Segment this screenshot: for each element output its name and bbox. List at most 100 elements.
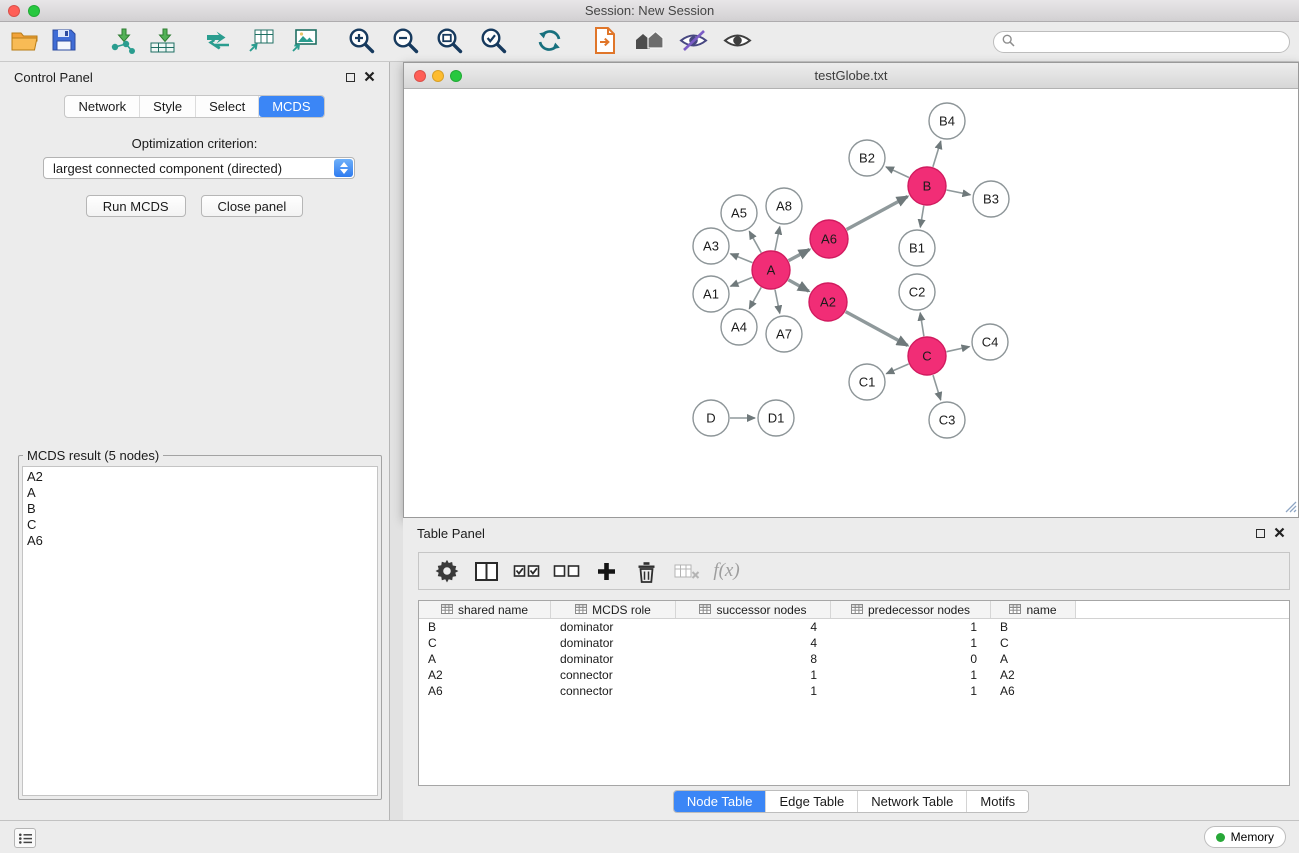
- open-session-button[interactable]: [4, 24, 44, 60]
- refresh-button[interactable]: [527, 24, 571, 60]
- tab-select[interactable]: Select: [196, 96, 259, 117]
- node-B2[interactable]: B2: [849, 140, 885, 176]
- edge-B-B4[interactable]: [933, 141, 941, 167]
- node-A4[interactable]: A4: [721, 309, 757, 345]
- tab-edge-table[interactable]: Edge Table: [766, 791, 858, 812]
- column-header-name[interactable]: name: [991, 601, 1076, 618]
- import-table-button[interactable]: [142, 24, 182, 60]
- zoom-selected-button[interactable]: [471, 24, 515, 60]
- tab-network[interactable]: Network: [65, 96, 140, 117]
- mcds-result-item[interactable]: C: [27, 517, 373, 533]
- node-D1[interactable]: D1: [758, 400, 794, 436]
- node-B4[interactable]: B4: [929, 103, 965, 139]
- node-A7[interactable]: A7: [766, 316, 802, 352]
- tab-mcds[interactable]: MCDS: [259, 96, 323, 117]
- delete-table-button[interactable]: [673, 556, 700, 586]
- mcds-result-item[interactable]: A6: [27, 533, 373, 549]
- node-A3[interactable]: A3: [693, 228, 729, 264]
- edge-C-C4[interactable]: [947, 347, 970, 352]
- table-row[interactable]: A6connector11A6: [419, 683, 1289, 699]
- zoom-window-button[interactable]: [28, 5, 40, 17]
- column-header-successor-nodes[interactable]: successor nodes: [676, 601, 831, 618]
- node-C1[interactable]: C1: [849, 364, 885, 400]
- edge-A-A6[interactable]: [789, 249, 810, 260]
- node-A8[interactable]: A8: [766, 188, 802, 224]
- network-minimize-button[interactable]: [432, 70, 444, 82]
- table-row[interactable]: Cdominator41C: [419, 635, 1289, 651]
- edge-B-B1[interactable]: [920, 206, 924, 228]
- column-header-shared-name[interactable]: shared name: [419, 601, 551, 618]
- edge-A6-B[interactable]: [847, 197, 908, 230]
- search-input[interactable]: [1020, 35, 1281, 49]
- network-table-button[interactable]: [239, 24, 282, 60]
- column-visibility-button[interactable]: [473, 556, 500, 586]
- mcds-result-item[interactable]: A2: [27, 469, 373, 485]
- close-panel-button[interactable]: [364, 70, 375, 85]
- network-close-button[interactable]: [414, 70, 426, 82]
- node-C4[interactable]: C4: [972, 324, 1008, 360]
- delete-column-button[interactable]: [633, 556, 660, 586]
- mcds-result-item[interactable]: B: [27, 501, 373, 517]
- edge-A-A1[interactable]: [731, 277, 753, 286]
- node-A[interactable]: A: [752, 251, 790, 289]
- close-table-panel-button[interactable]: [1274, 526, 1285, 541]
- edge-A-A8[interactable]: [775, 227, 780, 251]
- close-window-button[interactable]: [8, 5, 20, 17]
- edge-C-C1[interactable]: [886, 364, 908, 374]
- edge-C-C2[interactable]: [920, 313, 924, 337]
- edge-A-A4[interactable]: [749, 287, 761, 308]
- network-zoom-button[interactable]: [450, 70, 462, 82]
- run-mcds-button[interactable]: Run MCDS: [86, 195, 186, 217]
- edge-B-B2[interactable]: [886, 167, 909, 178]
- close-panel-action-button[interactable]: Close panel: [201, 195, 304, 217]
- tab-motifs[interactable]: Motifs: [967, 791, 1028, 812]
- node-A6[interactable]: A6: [810, 220, 848, 258]
- column-header-predecessor-nodes[interactable]: predecessor nodes: [831, 601, 991, 618]
- node-A1[interactable]: A1: [693, 276, 729, 312]
- zoom-in-button[interactable]: [339, 24, 383, 60]
- float-table-panel-button[interactable]: [1256, 526, 1265, 541]
- node-C[interactable]: C: [908, 337, 946, 375]
- edge-A2-C[interactable]: [846, 312, 908, 346]
- hide-graphics-details-button[interactable]: [671, 24, 715, 60]
- table-settings-button[interactable]: [433, 556, 460, 586]
- overview-button[interactable]: [627, 24, 671, 60]
- edge-A-A2[interactable]: [788, 280, 808, 291]
- zoom-out-button[interactable]: [383, 24, 427, 60]
- search-box[interactable]: [993, 31, 1290, 53]
- select-all-button[interactable]: [513, 556, 540, 586]
- node-C3[interactable]: C3: [929, 402, 965, 438]
- edge-A-A5[interactable]: [749, 231, 761, 252]
- zoom-fit-button[interactable]: [427, 24, 471, 60]
- table-row[interactable]: Bdominator41B: [419, 619, 1289, 635]
- tab-network-table[interactable]: Network Table: [858, 791, 967, 812]
- edge-A-A3[interactable]: [731, 254, 753, 263]
- edge-C-C3[interactable]: [933, 375, 941, 400]
- export-document-button[interactable]: [583, 24, 627, 60]
- node-A2[interactable]: A2: [809, 283, 847, 321]
- node-B1[interactable]: B1: [899, 230, 935, 266]
- node-table[interactable]: shared nameMCDS rolesuccessor nodesprede…: [418, 600, 1290, 786]
- table-row[interactable]: A2connector11A2: [419, 667, 1289, 683]
- function-builder-button[interactable]: f(x): [713, 556, 740, 586]
- tab-style[interactable]: Style: [140, 96, 196, 117]
- save-session-button[interactable]: [44, 24, 84, 60]
- node-A5[interactable]: A5: [721, 195, 757, 231]
- node-B[interactable]: B: [908, 167, 946, 205]
- node-C2[interactable]: C2: [899, 274, 935, 310]
- network-canvas[interactable]: B4B2BB3A5A8A6B1A3AC2A1A2A4A7C4CC1C3DD1: [404, 89, 1298, 517]
- column-header-mcds-role[interactable]: MCDS role: [551, 601, 676, 618]
- memory-button[interactable]: Memory: [1204, 826, 1286, 848]
- export-image-button[interactable]: [282, 24, 325, 60]
- table-row[interactable]: Adominator80A: [419, 651, 1289, 667]
- show-graphics-details-button[interactable]: [715, 24, 759, 60]
- task-history-button[interactable]: [14, 828, 36, 848]
- float-panel-button[interactable]: [346, 70, 355, 85]
- network-window-titlebar[interactable]: testGlobe.txt: [404, 63, 1298, 89]
- edge-B-B3[interactable]: [947, 190, 971, 195]
- resize-grip[interactable]: [1285, 501, 1297, 516]
- network-arrows-button[interactable]: [196, 24, 239, 60]
- tab-node-table[interactable]: Node Table: [674, 791, 767, 812]
- import-network-button[interactable]: [102, 24, 142, 60]
- node-D[interactable]: D: [693, 400, 729, 436]
